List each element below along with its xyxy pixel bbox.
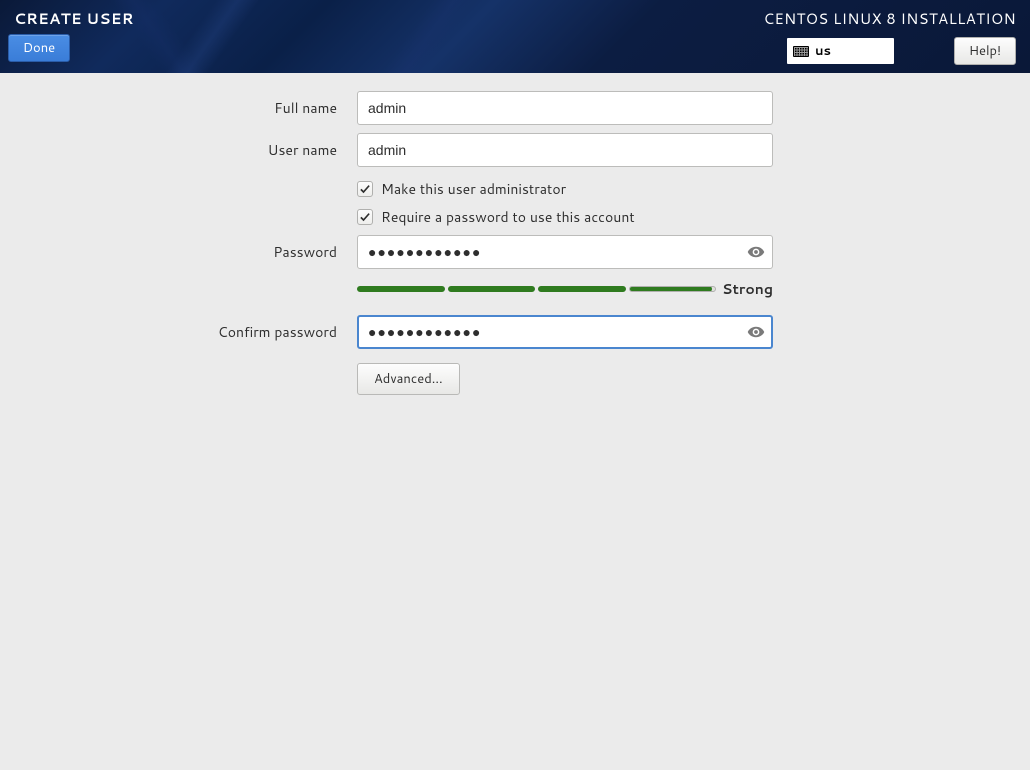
create-user-form: Full name User name Make this user admin…	[0, 91, 1030, 403]
keyboard-layout-label: us	[815, 42, 831, 60]
strength-segment	[629, 286, 717, 292]
keyboard-icon	[793, 46, 809, 57]
user-name-label: User name	[0, 133, 357, 167]
make-admin-checkbox[interactable]	[357, 181, 373, 197]
full-name-input[interactable]	[357, 91, 773, 125]
password-input[interactable]	[357, 235, 773, 269]
keyboard-layout-indicator[interactable]: us	[787, 38, 894, 64]
installer-title: CENTOS LINUX 8 INSTALLATION	[763, 8, 1016, 29]
require-password-checkbox[interactable]	[357, 209, 373, 225]
user-name-input[interactable]	[357, 133, 773, 167]
content-area: Full name User name Make this user admin…	[0, 73, 1030, 770]
confirm-password-input[interactable]	[357, 315, 773, 349]
header: CREATE USER Done CENTOS LINUX 8 INSTALLA…	[0, 0, 1030, 73]
full-name-label: Full name	[0, 91, 357, 125]
strength-segment	[448, 286, 536, 292]
strength-segment	[538, 286, 626, 292]
show-password-icon[interactable]	[747, 243, 765, 261]
show-password-icon[interactable]	[747, 323, 765, 341]
password-strength-meter: Strong	[357, 277, 773, 307]
help-button[interactable]: Help!	[954, 37, 1016, 65]
require-password-label: Require a password to use this account	[381, 207, 635, 227]
confirm-password-label: Confirm password	[0, 315, 357, 349]
done-button[interactable]: Done	[8, 34, 70, 62]
make-admin-label: Make this user administrator	[381, 179, 566, 199]
password-label: Password	[0, 235, 357, 269]
password-strength-label: Strong	[722, 279, 773, 299]
page-title: CREATE USER	[14, 8, 134, 29]
strength-segment	[357, 286, 445, 292]
check-icon	[359, 183, 371, 195]
check-icon	[359, 211, 371, 223]
advanced-button[interactable]: Advanced...	[357, 363, 460, 395]
